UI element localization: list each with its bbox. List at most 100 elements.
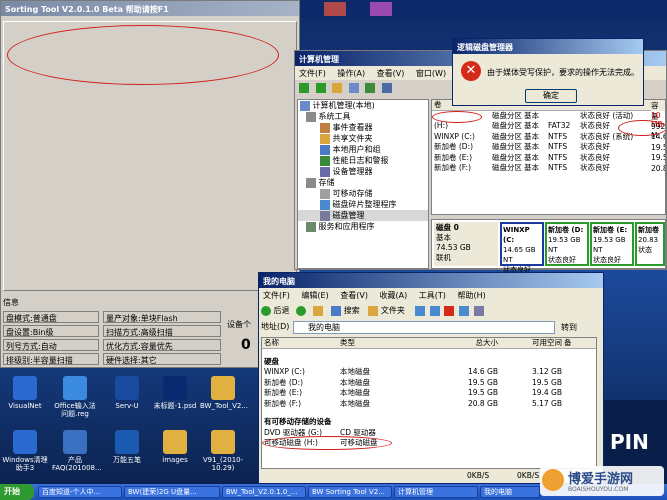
forward-icon[interactable] bbox=[296, 305, 307, 316]
menu-view[interactable]: 查看(V) bbox=[340, 291, 368, 300]
copy-icon[interactable] bbox=[429, 305, 440, 316]
field-hardware: 硬件选择:其它 bbox=[103, 353, 221, 365]
task-bw-tool[interactable]: BW_Tool_V2.0.1.0_... bbox=[222, 486, 306, 498]
menu-edit[interactable]: 编辑(E) bbox=[301, 291, 328, 300]
watermark-logo-icon bbox=[542, 469, 564, 491]
desktop-icon-v91[interactable]: V91_(2010-10.29) bbox=[200, 430, 246, 472]
tree-item-root[interactable]: 计算机管理(本地) bbox=[298, 100, 428, 111]
toolbar bbox=[297, 81, 427, 97]
reg-file-icon bbox=[63, 376, 87, 400]
my-computer-toolbar: 后退 搜索 文件夹 bbox=[261, 303, 601, 319]
archive-icon-3[interactable] bbox=[370, 2, 392, 16]
folder-icon bbox=[211, 376, 235, 400]
desktop-icon-wubi[interactable]: 万能五笔 bbox=[104, 430, 150, 464]
menu-window[interactable]: 窗口(W) bbox=[416, 69, 446, 78]
desktop-icon-images[interactable]: images bbox=[152, 430, 198, 464]
tree-item-device-manager[interactable]: 设备管理器 bbox=[298, 166, 428, 177]
volume-row[interactable]: 新加卷 (D:) 磁盘分区 基本 NTFS 状态良好 bbox=[432, 142, 665, 153]
error-icon: ✕ bbox=[461, 61, 481, 81]
menu-file[interactable]: 文件(F) bbox=[299, 69, 326, 78]
tree-item-system-tools[interactable]: 系统工具 bbox=[298, 111, 428, 122]
partition-f[interactable]: 新加卷 20.83 状态 bbox=[635, 222, 665, 266]
splash-text: PIN bbox=[610, 430, 649, 454]
start-button[interactable]: 开始 bbox=[0, 484, 34, 500]
field-scan-mode: 扫描方式:高级扫描 bbox=[103, 325, 221, 337]
folders-icon[interactable] bbox=[368, 305, 379, 316]
partition-d[interactable]: 新加卷 (D: 19.53 GB NT 状态良好 bbox=[545, 222, 589, 266]
tree-item-defrag[interactable]: 磁盘碎片整理程序 bbox=[298, 199, 428, 210]
disk0-info[interactable]: 磁盘 0 基本 74.53 GB 联机 bbox=[434, 222, 498, 266]
back-button[interactable]: 后退 bbox=[274, 306, 290, 315]
tree-item-event-viewer[interactable]: 事件查看器 bbox=[298, 122, 428, 133]
menu-action[interactable]: 操作(A) bbox=[337, 69, 365, 78]
capacity-cell: 20.83 bbox=[651, 163, 665, 173]
task-baidu[interactable]: 百度知道-个人中... bbox=[38, 486, 122, 498]
back-icon[interactable] bbox=[299, 83, 309, 93]
search-icon[interactable] bbox=[331, 305, 342, 316]
volume-row[interactable]: 新加卷 (E:) 磁盘分区 基本 NTFS 状态良好 bbox=[432, 153, 665, 164]
desktop-icon-visualnet[interactable]: VisualNet bbox=[2, 376, 48, 410]
tree-item-removable-storage[interactable]: 可移动存储 bbox=[298, 188, 428, 199]
watermark-text: 博爱手游网 bbox=[568, 472, 634, 487]
drive-row[interactable]: 可移动磁盘 (H:) 可移动磁盘 bbox=[262, 436, 596, 450]
task-my-computer[interactable]: 我的电脑 bbox=[480, 486, 540, 498]
address-input[interactable]: 我的电脑 bbox=[293, 321, 555, 334]
desktop-icon-bwtool[interactable]: BW_Tool_V2... bbox=[200, 376, 248, 410]
show-tree-icon[interactable] bbox=[348, 83, 359, 93]
visualnet-icon bbox=[13, 376, 37, 400]
ime-icon bbox=[115, 430, 139, 454]
go-button[interactable]: 转到 bbox=[561, 321, 577, 334]
move-icon[interactable] bbox=[415, 305, 426, 316]
partition-e[interactable]: 新加卷 (E: 19.53 GB NT 状态良好 bbox=[590, 222, 634, 266]
refresh-icon[interactable] bbox=[365, 83, 376, 93]
drive-row[interactable]: 新加卷 (F:) 本地磁盘 20.8 GB 5.17 GB bbox=[262, 399, 596, 410]
task-bw-usb[interactable]: BW(建荣)2G U盘量... bbox=[124, 486, 220, 498]
tree-item-shared-folders[interactable]: 共享文件夹 bbox=[298, 133, 428, 144]
ok-button[interactable]: 确定 bbox=[525, 89, 577, 103]
desktop-icon-cleaner[interactable]: Windows清理助手3 bbox=[2, 430, 48, 472]
drive-row[interactable]: WINXP (C:) 本地磁盘 14.6 GB 3.12 GB bbox=[262, 367, 596, 378]
menu-tools[interactable]: 工具(T) bbox=[419, 291, 446, 300]
search-button[interactable]: 搜索 bbox=[344, 306, 360, 315]
desktop-icon-psd[interactable]: 未标题-1.psd bbox=[152, 376, 198, 410]
field-disk-setting: 盘设置:Bin级 bbox=[3, 325, 99, 337]
error-dialog-titlebar[interactable]: 逻辑磁盘管理器 bbox=[453, 39, 643, 54]
delete-icon[interactable] bbox=[444, 305, 455, 316]
volume-row[interactable]: 新加卷 (F:) 磁盘分区 基本 NTFS 状态良好 bbox=[432, 163, 665, 174]
desktop-icon-servu[interactable]: Serv-U bbox=[104, 376, 150, 410]
desktop-icon-faq[interactable]: 产品FAQ(201008... bbox=[52, 430, 102, 472]
tree-item-storage[interactable]: 存储 bbox=[298, 177, 428, 188]
drive-list: 名称 类型 总大小 可用空间 备 硬盘 WINXP (C:) 本地磁盘 14.6 G… bbox=[261, 337, 597, 469]
menu-help[interactable]: 帮助(H) bbox=[457, 291, 485, 300]
drive-row[interactable]: 新加卷 (D:) 本地磁盘 19.5 GB 19.5 GB bbox=[262, 378, 596, 389]
back-icon[interactable] bbox=[261, 305, 271, 316]
partition-c[interactable]: WINXP (C:14.65 GB NT状态良好 (系 bbox=[500, 222, 544, 284]
forward-icon[interactable] bbox=[315, 83, 326, 93]
tree-item-services[interactable]: 服务和应用程序 bbox=[298, 221, 428, 232]
sorting-tool-titlebar[interactable]: Sorting Tool V2.0.1.0 Beta 帮助请按F1 bbox=[1, 1, 299, 16]
tree-item-local-users[interactable]: 本地用户和组 bbox=[298, 144, 428, 155]
field-target: 量产对象:单块Flash bbox=[103, 311, 221, 323]
menu-view[interactable]: 查看(V) bbox=[377, 69, 405, 78]
archive-icon-2[interactable] bbox=[324, 2, 346, 16]
tree-item-disk-management[interactable]: 磁盘管理 bbox=[298, 210, 428, 221]
views-icon[interactable] bbox=[473, 305, 484, 316]
field-serial-mode: 列号方式:自动 bbox=[3, 339, 99, 351]
desktop-icon-reg[interactable]: Office输入法问题.reg bbox=[52, 376, 98, 418]
menu-file[interactable]: 文件(F) bbox=[263, 291, 290, 300]
up-icon[interactable] bbox=[332, 83, 343, 93]
psd-file-icon bbox=[163, 376, 187, 400]
device-label: 设备个 bbox=[227, 320, 251, 329]
up-icon[interactable] bbox=[312, 305, 323, 316]
drive-row[interactable]: 新加卷 (E:) 本地磁盘 19.5 GB 19.4 GB bbox=[262, 388, 596, 399]
tree-item-performance[interactable]: 性能日志和警报 bbox=[298, 155, 428, 166]
task-sorting-tool[interactable]: BW Sorting Tool V2... bbox=[308, 486, 392, 498]
undo-icon[interactable] bbox=[459, 305, 470, 316]
my-computer-menubar: 文件(F) 编辑(E) 查看(V) 收藏(A) 工具(T) 帮助(H) bbox=[259, 288, 603, 302]
menu-favorites[interactable]: 收藏(A) bbox=[380, 291, 408, 300]
properties-icon[interactable] bbox=[381, 83, 392, 93]
task-computer-management[interactable]: 计算机管理 bbox=[394, 486, 478, 498]
my-computer-titlebar[interactable]: 我的电脑 bbox=[259, 273, 603, 288]
folders-button[interactable]: 文件夹 bbox=[381, 306, 405, 315]
